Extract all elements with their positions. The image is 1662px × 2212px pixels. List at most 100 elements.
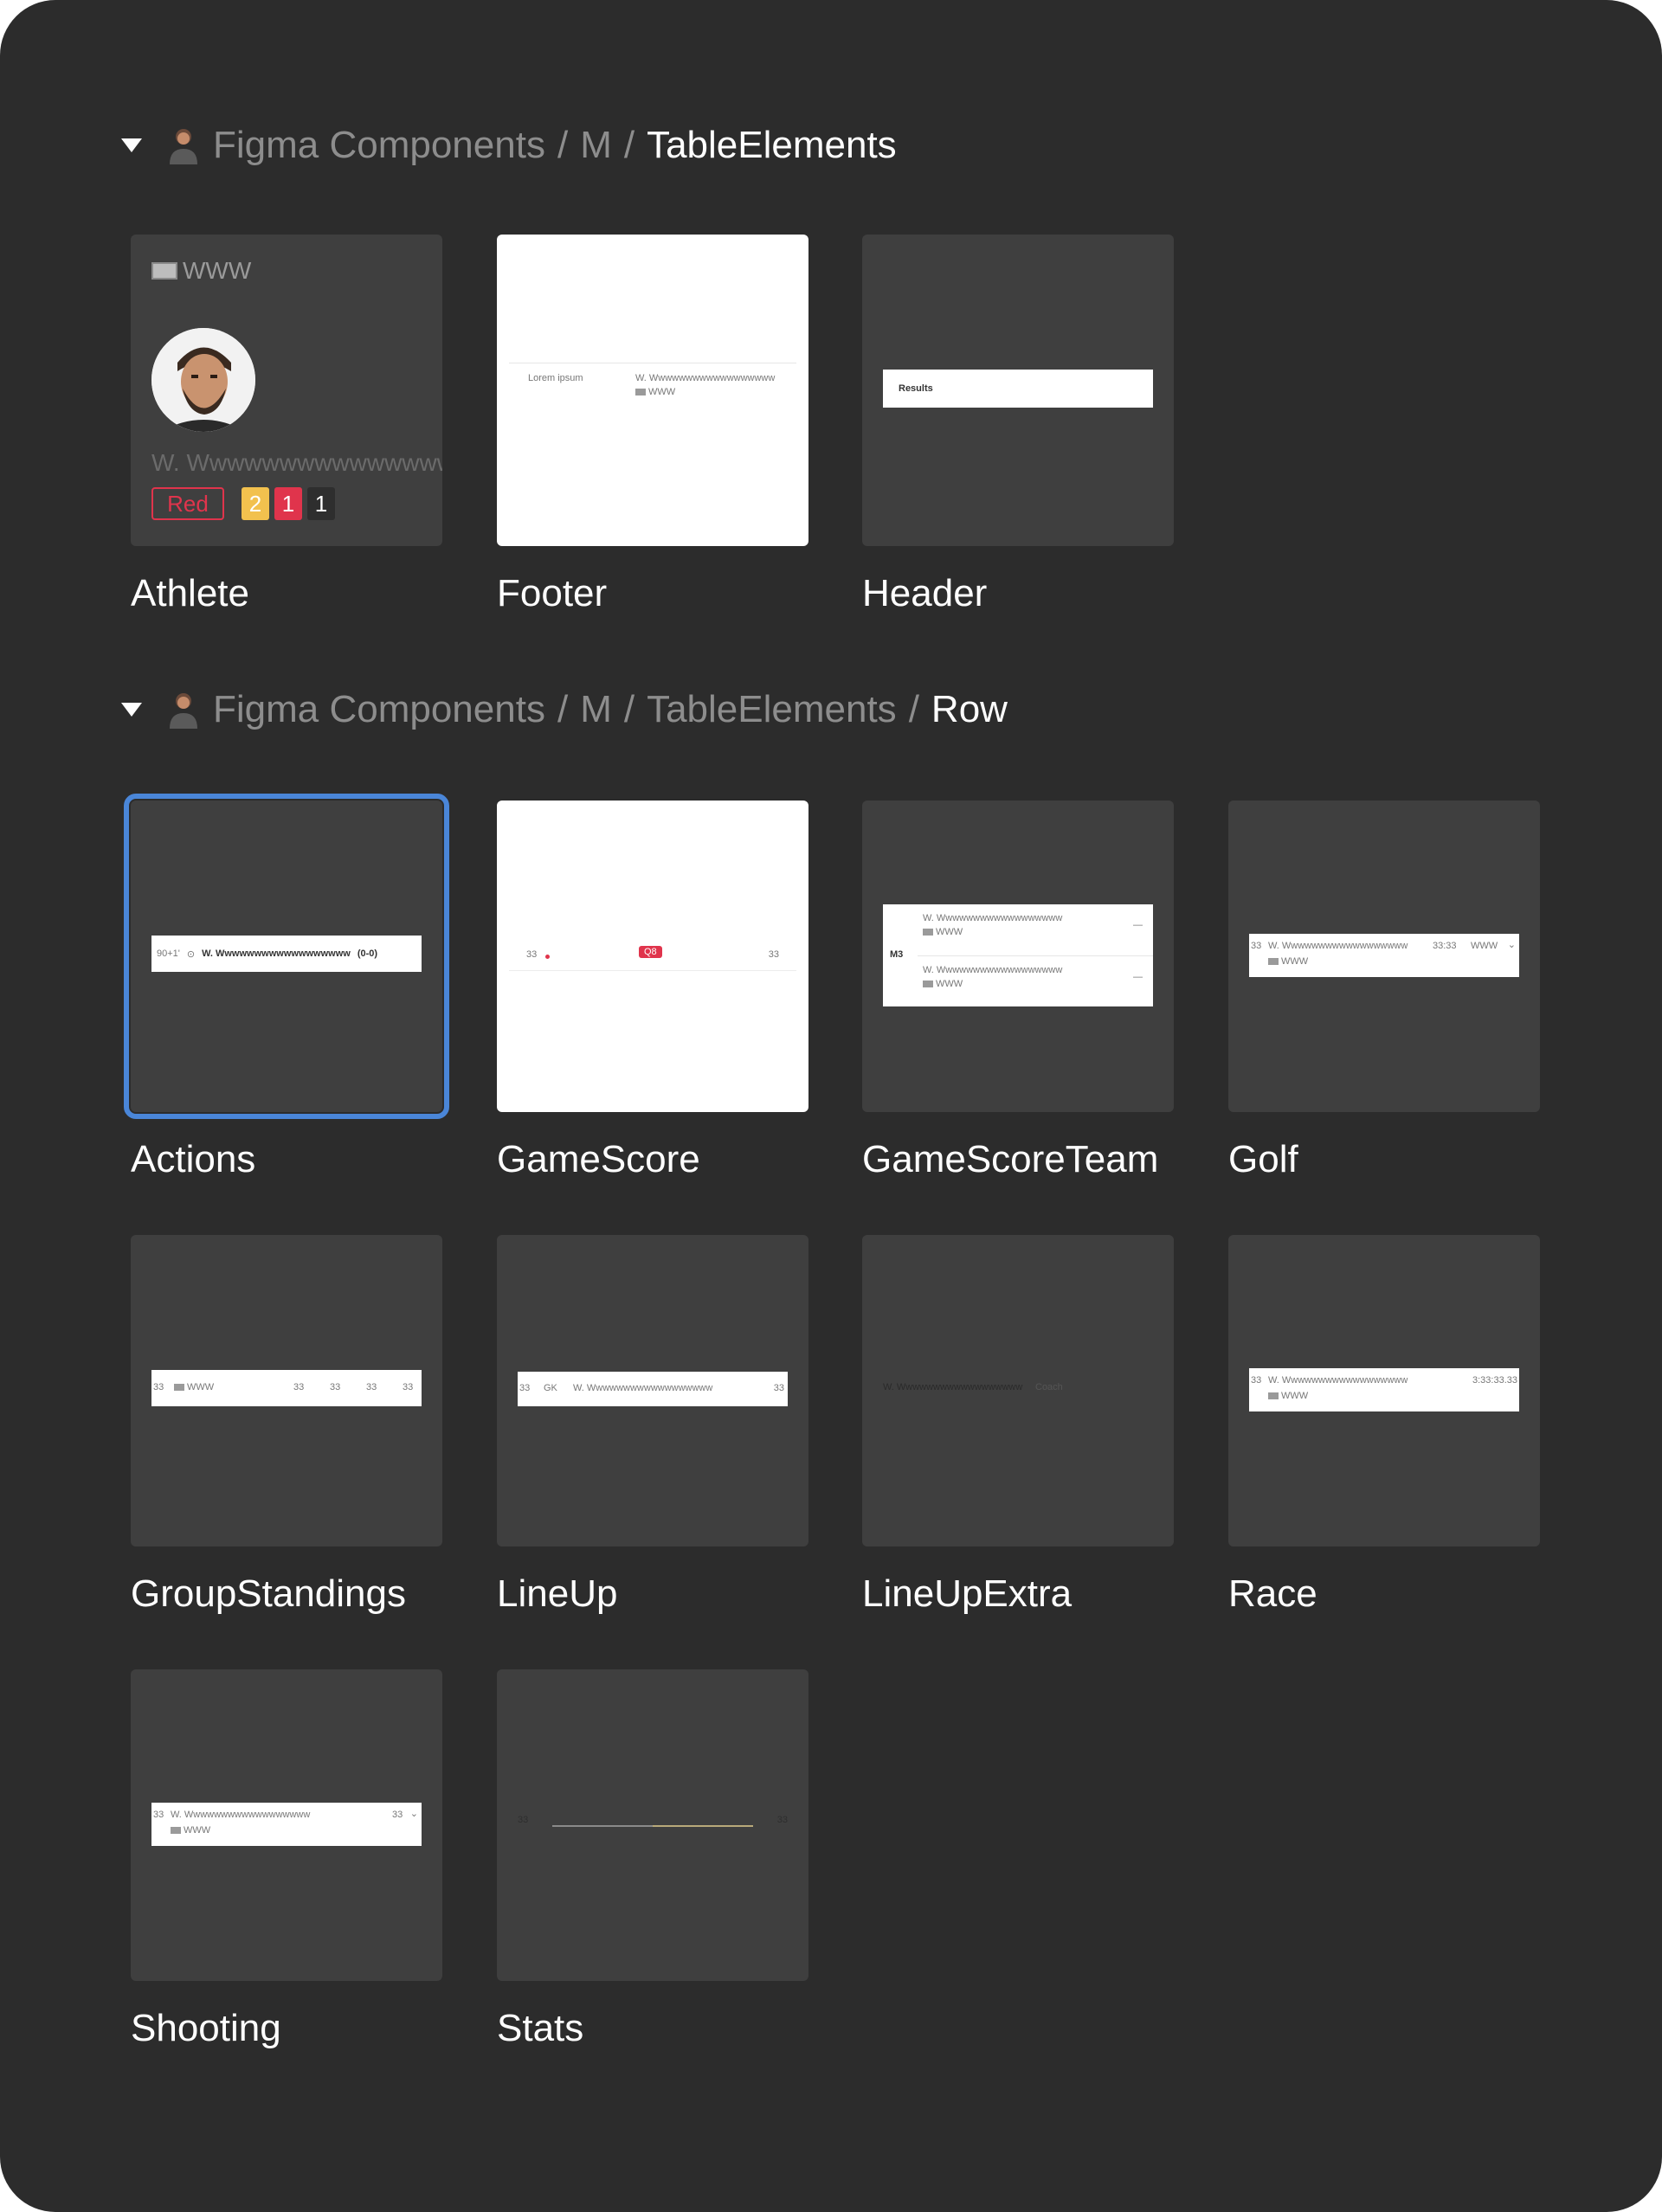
component-card-footer[interactable]: Lorem ipsum W. Wwwwwwwwwwwwwwwwww WWW Fo… [497,235,808,614]
component-panel: Figma Components / M / TableElements WWW [0,0,1662,2212]
component-card-header[interactable]: Results Header [862,235,1174,614]
flag-icon [923,929,933,936]
breadcrumb-separator: / [623,688,635,730]
component-thumbnail[interactable]: 33 33 [497,1669,808,1981]
component-card-shooting[interactable]: 33 W. Wwwwwwwwwwwwwwwwww 33 ⌄ WWW Shooti… [131,1669,442,2049]
athlete-name: W. Wwwwwwwwwwwwwww [151,449,442,476]
breadcrumb-root[interactable]: Figma Components [213,124,545,167]
component-thumbnail[interactable]: 33 W. Wwwwwwwwwwwwwwwwww 33 ⌄ WWW [131,1669,442,1981]
gamescore-badge: Q8 [639,946,662,958]
component-card-athlete[interactable]: WWW W. Wwwwwwwwwwwwwww Red 2 1 1 Athlete [131,235,442,614]
flag-icon [1268,1392,1279,1400]
person-emoji-icon [170,693,197,729]
footer-name: W. Wwwwwwwwwwwwwwwwww [635,373,776,383]
race-rank: 33 [1251,1375,1262,1386]
component-name: GameScoreTeam [862,1138,1159,1180]
breadcrumb-separator: / [557,688,569,730]
gamescore-right: 33 [768,949,779,960]
collapse-caret-icon[interactable] [121,138,142,152]
component-thumbnail[interactable]: 33 W. Wwwwwwwwwwwwwwwwww 3:33:33.33 WWW [1228,1235,1540,1546]
actions-time: 90+1' [157,948,180,959]
race-strip: 33 W. Wwwwwwwwwwwwwwwwww 3:33:33.33 WWW [1249,1368,1519,1411]
component-name: Athlete [131,572,249,614]
collapse-caret-icon[interactable] [121,703,142,717]
footer-country: WWW [635,387,675,397]
actions-strip: 90+1' ⊙ W. Wwwwwwwwwwwwwwwwww (0-0) [151,936,422,972]
golf-country-right: WWW [1471,941,1498,951]
component-thumbnail-selected[interactable]: 90+1' ⊙ W. Wwwwwwwwwwwwwwwwww (0-0) [124,794,449,1119]
standings-country: WWW [174,1382,214,1392]
component-name: LineUp [497,1572,618,1615]
stats-right: 33 [776,1815,788,1825]
component-card-actions[interactable]: 90+1' ⊙ W. Wwwwwwwwwwwwwwwwww (0-0) Acti… [124,794,449,1180]
component-thumbnail[interactable]: Results [862,235,1174,546]
avatar [151,328,255,432]
golf-rank: 33 [1251,941,1262,951]
component-thumbnail[interactable]: Lorem ipsum W. Wwwwwwwwwwwwwwwwww WWW [497,235,808,546]
stats-bar-right [653,1825,753,1827]
component-thumbnail[interactable]: W. Wwwwwwwwwwwwwwwwww Coach [862,1235,1174,1546]
team-name-2: W. Wwwwwwwwwwwwwwwwww [923,965,1063,975]
standings-rank: 33 [153,1382,164,1392]
team-country-2: WWW [923,979,963,989]
standings-value-3: 33 [366,1382,377,1392]
golf-name: W. Wwwwwwwwwwwwwwwwww [1268,941,1408,951]
component-card-stats[interactable]: 33 33 Stats [497,1669,808,2049]
shooting-rank: 33 [153,1810,164,1820]
component-thumbnail[interactable]: 33 Q8 33 [497,801,808,1112]
component-card-lineupextra[interactable]: W. Wwwwwwwwwwwwwwwwww Coach LineUpExtra [862,1235,1174,1615]
team-score-2: — [1133,972,1143,982]
standings-value-2: 33 [330,1382,341,1392]
component-thumbnail[interactable]: WWW W. Wwwwwwwwwwwwwww Red 2 1 1 [131,235,442,546]
stats-left: 33 [518,1815,529,1825]
breadcrumb-m[interactable]: M [580,688,612,731]
component-card-gamescore[interactable]: 33 Q8 33 GameScore [497,801,808,1180]
lineup-name: W. Wwwwwwwwwwwwwwwwww [573,1383,713,1393]
header-title: Results [899,383,933,394]
component-card-groupstandings[interactable]: 33 WWW 33 33 33 33 GroupStandings [131,1235,442,1615]
component-name: Stats [497,2007,584,2049]
section-header-tableelements[interactable]: Figma Components / M / TableElements [121,119,897,171]
component-name: Race [1228,1572,1317,1615]
team-country-1: WWW [923,927,963,937]
breadcrumb-separator: / [557,124,569,166]
breadcrumb-tableelements[interactable]: TableElements [647,688,897,731]
breadcrumb-root[interactable]: Figma Components [213,688,545,731]
flag-icon [174,1384,184,1392]
breadcrumb-current: Row [931,688,1008,730]
shooting-country-code: WWW [184,1825,211,1836]
section-header-row[interactable]: Figma Components / M / TableElements / R… [121,684,1008,736]
clock-icon: ⊙ [186,948,196,960]
component-card-gamescoreteam[interactable]: M3 W. Wwwwwwwwwwwwwwwwww WWW — W. Wwwwww… [862,801,1174,1180]
golf-time: 33:33 [1433,941,1457,951]
team-name-1: W. Wwwwwwwwwwwwwwwwww [923,913,1063,923]
component-name: Header [862,572,988,614]
component-card-lineup[interactable]: 33 GK W. Wwwwwwwwwwwwwwwwww 33 LineUp [497,1235,808,1615]
race-time: 3:33:33.33 [1472,1375,1517,1386]
breadcrumb-separator: / [623,124,635,166]
standings-country-code: WWW [187,1382,215,1392]
red-card-badge: 1 [274,487,302,520]
component-thumbnail[interactable]: 33 W. Wwwwwwwwwwwwwwwwww 33:33 WWW ⌄ WWW [1228,801,1540,1112]
country-code: WWW [183,257,252,284]
gamescore-left: 33 [526,949,538,960]
golf-country: WWW [1268,956,1308,967]
standings-value-4: 33 [403,1382,414,1392]
component-thumbnail[interactable]: 33 WWW 33 33 33 33 [131,1235,442,1546]
actions-name: W. Wwwwwwwwwwwwwwwwww [202,948,351,959]
component-card-race[interactable]: 33 W. Wwwwwwwwwwwwwwwwww 3:33:33.33 WWW … [1228,1235,1540,1615]
component-thumbnail[interactable]: M3 W. Wwwwwwwwwwwwwwwwww WWW — W. Wwwwww… [862,801,1174,1112]
standings-value-1: 33 [293,1382,305,1392]
component-thumbnail[interactable]: 33 GK W. Wwwwwwwwwwwwwwwwww 33 [497,1235,808,1546]
component-card-golf[interactable]: 33 W. Wwwwwwwwwwwwwwwwww 33:33 WWW ⌄ WWW… [1228,801,1540,1180]
race-name: W. Wwwwwwwwwwwwwwwwww [1268,1375,1408,1386]
component-name: Actions [131,1138,256,1180]
race-country: WWW [1268,1391,1308,1401]
breadcrumb-m[interactable]: M [580,124,612,167]
chevron-down-icon[interactable]: ⌄ [410,1808,418,1819]
component-name: LineUpExtra [862,1572,1073,1615]
flag-icon [923,981,933,988]
chevron-down-icon[interactable]: ⌄ [1508,939,1516,950]
breadcrumb-separator: / [908,688,919,730]
footer-country-code: WWW [648,387,676,397]
